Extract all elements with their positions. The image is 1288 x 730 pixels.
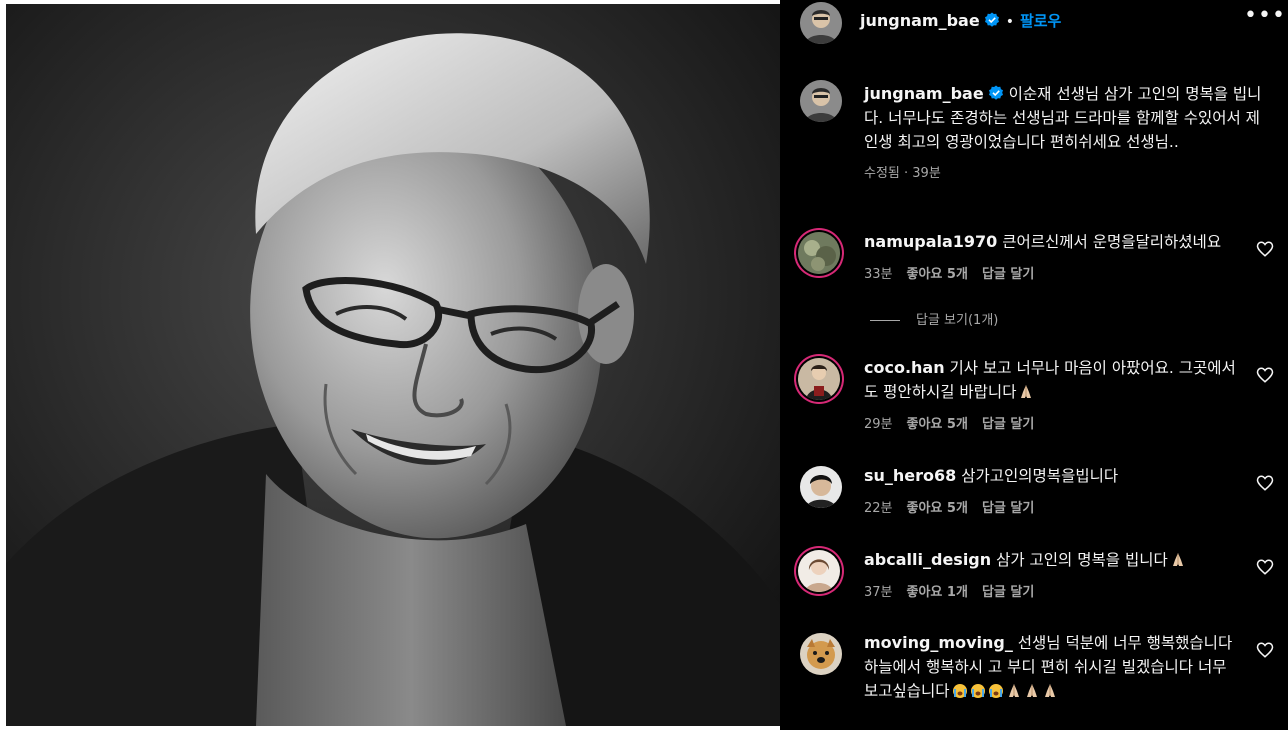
commenter-avatar-image bbox=[798, 358, 840, 400]
comment-time: 33분 bbox=[864, 267, 893, 282]
heart-icon[interactable] bbox=[1256, 240, 1274, 258]
verified-badge-icon bbox=[984, 12, 999, 27]
caption-avatar-image bbox=[800, 80, 842, 122]
crying-face-emoji bbox=[952, 684, 967, 698]
comment-body: abcalli_design 삼가 고인의 명복을 빕니다 37분 좋아요 1개 답… bbox=[864, 548, 1244, 605]
folded-hands-emoji bbox=[1044, 684, 1055, 697]
folded-hands-emoji bbox=[1021, 385, 1032, 398]
commenter-avatar[interactable] bbox=[800, 466, 842, 508]
comment-likes[interactable]: 좋아요 5개 bbox=[907, 267, 968, 282]
view-replies-button[interactable]: 답글 보기(1개) bbox=[870, 309, 998, 328]
comment-meta: 33분 좋아요 5개 답글 달기 bbox=[864, 263, 1244, 287]
heart-icon[interactable] bbox=[1256, 558, 1274, 576]
caption-meta: 수정됨 · 39분 bbox=[864, 166, 941, 181]
crying-face-emoji bbox=[988, 684, 1003, 698]
comment-body: su_hero68 삼가고인의명복을빕니다 22분 좋아요 5개 답글 달기 bbox=[864, 464, 1244, 521]
caption-avatar[interactable] bbox=[800, 80, 842, 122]
panel-bottom-edge bbox=[780, 718, 1288, 730]
comment-meta: 22분 좋아요 5개 답글 달기 bbox=[864, 497, 1244, 521]
comment-likes[interactable]: 좋아요 5개 bbox=[907, 417, 968, 432]
comment-username[interactable]: abcalli_design bbox=[864, 550, 991, 569]
comment-username[interactable]: su_hero68 bbox=[864, 466, 956, 485]
heart-icon[interactable] bbox=[1256, 641, 1274, 659]
portrait-image bbox=[6, 4, 780, 726]
comment-time: 22분 bbox=[864, 501, 893, 516]
comment-meta: 37분 좋아요 1개 답글 달기 bbox=[864, 581, 1244, 605]
view-replies-divider bbox=[870, 320, 900, 321]
commenter-avatar-image bbox=[800, 466, 842, 508]
author-avatar[interactable] bbox=[800, 2, 842, 44]
header-separator: • bbox=[1005, 14, 1014, 30]
commenter-avatar-image bbox=[800, 633, 842, 675]
comment-reply-button[interactable]: 답글 달기 bbox=[982, 501, 1034, 516]
comment-likes[interactable]: 좋아요 5개 bbox=[907, 501, 968, 516]
comment-text: 큰어르신께서 운명을달리하셨네요 bbox=[1002, 233, 1222, 251]
commenter-avatar[interactable] bbox=[800, 633, 842, 675]
post-caption: jungnam_bae 이순재 선생님 삼가 고인의 명복을 빕니다. 너무나도… bbox=[864, 82, 1264, 186]
caption-username[interactable]: jungnam_bae bbox=[864, 84, 984, 103]
more-options-icon[interactable]: ••• bbox=[1244, 5, 1285, 33]
folded-hands-emoji bbox=[1172, 553, 1183, 566]
comment-text: 삼가고인의명복을빕니다 bbox=[961, 467, 1119, 485]
comment-reply-button[interactable]: 답글 달기 bbox=[982, 585, 1034, 600]
commenter-avatar-image bbox=[798, 232, 840, 274]
post-photo bbox=[6, 4, 780, 726]
comment-time: 29분 bbox=[864, 417, 893, 432]
comment-reply-button[interactable]: 답글 달기 bbox=[982, 417, 1034, 432]
comment-username[interactable]: coco.han bbox=[864, 358, 945, 377]
commenter-avatar-image bbox=[798, 550, 840, 592]
heart-icon[interactable] bbox=[1256, 474, 1274, 492]
comment-text: 삼가 고인의 명복을 빕니다 bbox=[996, 551, 1168, 569]
author-username[interactable]: jungnam_bae bbox=[860, 11, 980, 30]
folded-hands-emoji bbox=[1026, 684, 1037, 697]
commenter-avatar[interactable] bbox=[798, 358, 840, 400]
author-avatar-image bbox=[800, 2, 842, 44]
comment-likes[interactable]: 좋아요 1개 bbox=[907, 585, 968, 600]
comment-body: coco.han 기사 보고 너무나 마음이 아팠어요. 그곳에서도 평안하시길… bbox=[864, 356, 1244, 437]
verified-badge-icon bbox=[988, 85, 1003, 100]
comment-time: 37분 bbox=[864, 585, 893, 600]
comment-body: moving_moving_ 선생님 덕분에 너무 행복했습니다 하늘에서 행복… bbox=[864, 631, 1244, 703]
commenter-avatar[interactable] bbox=[798, 232, 840, 274]
post-header: jungnam_bae • 팔로우 ••• bbox=[780, 0, 1288, 48]
comment-meta: 29분 좋아요 5개 답글 달기 bbox=[864, 413, 1244, 437]
comment-body: namupala1970 큰어르신께서 운명을달리하셨네요 33분 좋아요 5개 답… bbox=[864, 230, 1244, 287]
comment-username[interactable]: namupala1970 bbox=[864, 232, 997, 251]
crying-face-emoji bbox=[970, 684, 985, 698]
comment-username[interactable]: moving_moving_ bbox=[864, 633, 1013, 652]
follow-button[interactable]: 팔로우 bbox=[1020, 12, 1061, 30]
heart-icon[interactable] bbox=[1256, 366, 1274, 384]
comment-reply-button[interactable]: 답글 달기 bbox=[982, 267, 1034, 282]
commenter-avatar[interactable] bbox=[798, 550, 840, 592]
post-side-panel: jungnam_bae • 팔로우 ••• jungnam_bae 이순재 선생님 … bbox=[780, 0, 1288, 730]
view-replies-label: 답글 보기(1개) bbox=[916, 313, 999, 328]
folded-hands-emoji bbox=[1008, 684, 1019, 697]
